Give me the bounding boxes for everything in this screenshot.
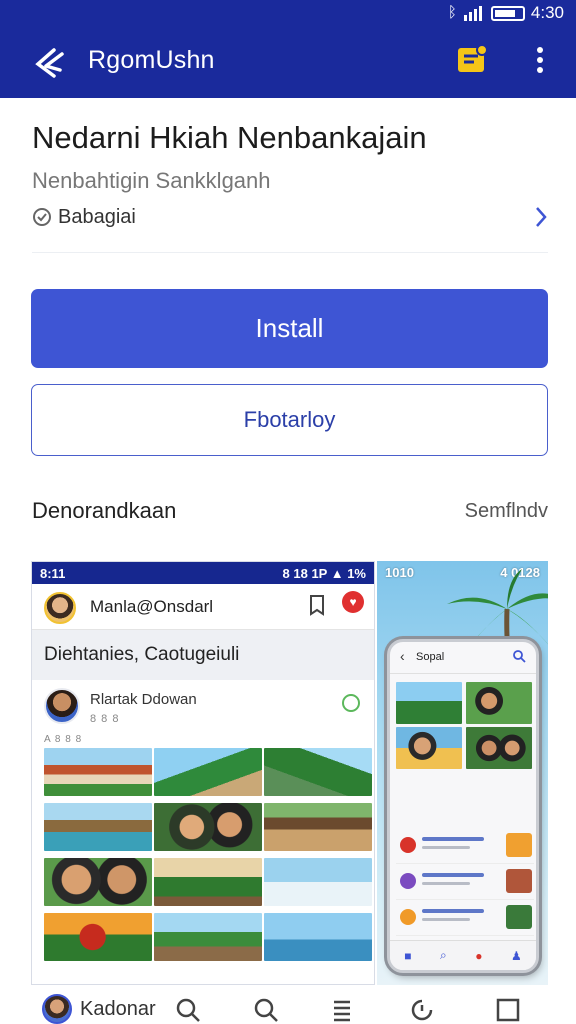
- rating-badge-icon: [33, 208, 51, 226]
- bluetooth-icon: ᛒ: [447, 4, 457, 21]
- photo-thumbnail: [44, 913, 152, 961]
- avatar: [44, 592, 76, 624]
- record-icon: ●: [475, 948, 483, 963]
- screenshot-2[interactable]: 1010 4 0128 ‹ Sopal ■ ⌕ ● ♟: [377, 561, 548, 985]
- avatar[interactable]: [42, 994, 72, 1024]
- bookmark-icon: [310, 595, 324, 616]
- screenshot-status-bar: 8:11 8 18 1P ▲ 1%: [32, 562, 374, 584]
- photo-thumbnail: [264, 803, 372, 851]
- app-developer[interactable]: Nenbahtigin Sankklganh: [32, 168, 271, 194]
- photo-thumbnail: [396, 682, 462, 724]
- photo-thumbnail: [44, 858, 152, 906]
- post-author: Rlartak Ddowan: [90, 691, 197, 708]
- search-icon: ⌕: [440, 948, 447, 962]
- profile-icon: ♟: [510, 948, 522, 963]
- screenshot-profile-header: Manla@Onsdarl ♥: [32, 584, 374, 630]
- bottom-nav: Kadonar: [0, 990, 576, 1024]
- search-icon[interactable]: [174, 996, 202, 1024]
- phone-screen-title: Sopal: [416, 651, 445, 663]
- photo-thumbnail: [44, 748, 152, 796]
- post-tag: A 8 8 8: [44, 734, 83, 745]
- post-meta: 8 8 8: [90, 713, 120, 725]
- flag-badge-icon[interactable]: [452, 40, 492, 80]
- battery-icon: [490, 5, 525, 21]
- phone-photo-grid: [396, 682, 534, 769]
- screenshot-1[interactable]: 8:11 8 18 1P ▲ 1% Manla@Onsdarl ♥ Diehta…: [31, 561, 375, 985]
- rating-label: Babagiai: [58, 206, 136, 228]
- back-arrow-icon: ‹: [400, 648, 405, 664]
- photo-thumbnail: [466, 682, 532, 724]
- profile-handle: Manla@Onsdarl: [90, 597, 214, 616]
- list-item: [396, 864, 534, 900]
- photo-thumbnail: [154, 913, 262, 961]
- app-bar: RgomUshn: [0, 28, 576, 98]
- home-icon: ■: [404, 948, 412, 963]
- photo-thumbnail: [396, 727, 462, 769]
- install-button[interactable]: Install: [31, 289, 548, 368]
- more-options-icon[interactable]: [528, 42, 552, 82]
- list-icon[interactable]: [328, 996, 356, 1024]
- signal-icon: [463, 6, 482, 21]
- bottom-nav-label[interactable]: Kadonar: [80, 998, 156, 1021]
- photo-thumbnail: [264, 748, 372, 796]
- screenshots-section-link[interactable]: Semflndv: [465, 500, 548, 523]
- screenshot-status-left: 1010: [385, 564, 414, 580]
- screenshot-status-right: 8 18 1P ▲ 1%: [282, 565, 366, 581]
- photo-grid: [44, 748, 372, 961]
- search-icon: [513, 650, 526, 663]
- photo-thumbnail: [154, 858, 262, 906]
- phone-mockup: ‹ Sopal ■ ⌕ ● ♟: [387, 639, 539, 973]
- list-item: [396, 828, 534, 864]
- app-name: Nedarni Hkiah Nenbankajain: [32, 120, 427, 155]
- phone-bottom-nav: ■ ⌕ ● ♟: [390, 940, 536, 970]
- divider: [32, 252, 548, 253]
- status-ring-icon: [342, 694, 360, 712]
- photo-thumbnail: [264, 913, 372, 961]
- status-time: 4:30: [530, 3, 564, 22]
- screenshot-status-left: 8:11: [40, 565, 66, 581]
- notification-icon: ♥: [342, 591, 364, 613]
- secondary-button[interactable]: Fbotarloy: [31, 384, 548, 456]
- photo-thumbnail: [154, 803, 262, 851]
- search-icon[interactable]: [252, 996, 280, 1024]
- photo-thumbnail: [44, 803, 152, 851]
- update-icon[interactable]: [408, 996, 436, 1024]
- photo-thumbnail: [466, 727, 532, 769]
- content-rating-row[interactable]: Babagiai: [32, 202, 552, 234]
- screenshots-section-title: Denorandkaan: [32, 498, 177, 523]
- back-arrow-icon[interactable]: [30, 42, 70, 82]
- phone-app-bar: ‹ Sopal: [390, 642, 536, 674]
- photo-thumbnail: [154, 748, 262, 796]
- list-item: [396, 900, 534, 936]
- chevron-right-icon: [536, 207, 547, 227]
- screenshot-banner: Diehtanies, Caotugeiuli: [32, 630, 374, 680]
- photo-thumbnail: [264, 858, 372, 906]
- post-header: Rlartak Ddowan 8 8 8: [32, 680, 374, 740]
- status-bar: ᛒ 4:30: [0, 0, 576, 28]
- app-bar-title: RgomUshn: [88, 46, 215, 74]
- avatar: [44, 688, 80, 724]
- square-icon[interactable]: [494, 996, 522, 1024]
